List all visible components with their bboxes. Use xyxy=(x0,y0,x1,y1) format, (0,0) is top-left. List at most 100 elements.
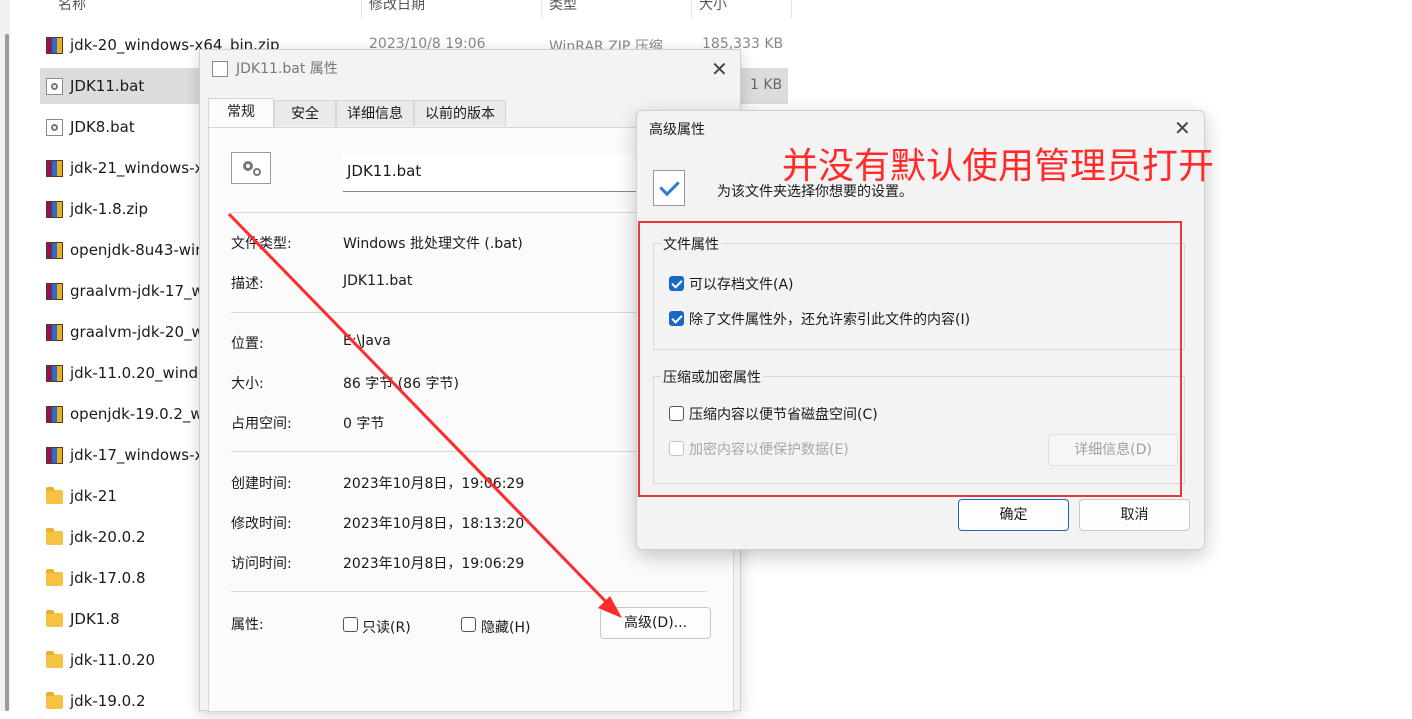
column-header-date[interactable]: 修改日期 xyxy=(369,0,539,18)
readonly-checkbox[interactable] xyxy=(343,617,358,632)
file-row[interactable]: jdk-11.0.20 xyxy=(40,642,200,678)
checkmark-icon xyxy=(653,170,685,206)
compress-checkbox[interactable] xyxy=(669,406,684,421)
zip-icon xyxy=(46,201,63,218)
description-label: 描述: xyxy=(231,276,264,292)
column-divider[interactable] xyxy=(361,0,362,18)
modified-value: 2023年10月8日，18:13:20 xyxy=(343,516,525,532)
file-row[interactable]: openjdk-8u43-wir xyxy=(40,232,201,268)
folder-icon xyxy=(46,610,63,627)
folder-icon xyxy=(46,528,63,545)
file-name: jdk-21_windows-x xyxy=(70,159,204,177)
filename-input[interactable]: JDK11.bat xyxy=(343,154,643,192)
size-on-disk-label: 占用空间: xyxy=(231,416,292,432)
file-name: jdk-20.0.2 xyxy=(70,528,146,546)
file-row[interactable]: graalvm-jdk-17_w xyxy=(40,273,204,309)
file-row[interactable]: openjdk-19.0.2_w xyxy=(40,396,203,432)
hidden-checkbox[interactable] xyxy=(461,617,476,632)
bat-icon xyxy=(46,78,63,95)
file-row[interactable]: jdk-21 xyxy=(40,478,200,514)
file-name: jdk-17.0.8 xyxy=(70,569,146,587)
zip-icon xyxy=(46,160,63,177)
size-value: 86 字节 (86 字节) xyxy=(343,376,459,392)
encrypt-checkbox[interactable] xyxy=(669,441,684,456)
size-on-disk-value: 0 字节 xyxy=(343,416,385,432)
group-title: 压缩或加密属性 xyxy=(661,367,763,387)
bat-icon xyxy=(46,119,63,136)
column-header-size[interactable]: 大小 xyxy=(699,0,789,18)
file-name: jdk-19.0.2 xyxy=(70,692,146,710)
compress-label: 压缩内容以便节省磁盘空间(C) xyxy=(689,407,878,423)
accessed-value: 2023年10月8日，19:06:29 xyxy=(343,556,525,572)
file-name: jdk-11.0.20 xyxy=(70,651,156,669)
file-row[interactable]: jdk-1.8.zip xyxy=(40,191,200,227)
file-row[interactable]: jdk-17_windows-x xyxy=(40,437,204,473)
file-row[interactable]: jdk-20_windows-x64_bin.zip xyxy=(40,27,280,63)
file-attributes-group xyxy=(653,243,1185,350)
dialog-title: JDK11.bat 属性 xyxy=(236,61,338,77)
file-row[interactable]: jdk-21_windows-x xyxy=(40,150,204,186)
size-label: 大小: xyxy=(231,376,264,392)
file-size: 1 KB xyxy=(750,77,783,93)
hidden-label: 隐藏(H) xyxy=(481,620,531,636)
folder-icon xyxy=(46,487,63,504)
bat-file-large-icon xyxy=(231,152,271,184)
file-name: jdk-17_windows-x xyxy=(70,446,204,464)
advanced-button[interactable]: 高级(D)... xyxy=(600,607,711,639)
attributes-label: 属性: xyxy=(231,617,264,633)
zip-icon xyxy=(46,365,63,382)
column-header-name[interactable]: 名称 xyxy=(58,0,358,18)
archive-checkbox[interactable] xyxy=(669,276,684,291)
ok-button[interactable]: 确定 xyxy=(958,499,1069,531)
tab-general[interactable]: 常规 xyxy=(208,98,274,127)
file-row[interactable]: graalvm-jdk-20_w xyxy=(40,314,204,350)
cancel-button[interactable]: 取消 xyxy=(1079,499,1190,531)
modified-label: 修改时间: xyxy=(231,516,292,532)
close-icon[interactable]: ✕ xyxy=(1174,118,1191,138)
archive-label: 可以存档文件(A) xyxy=(689,277,794,293)
column-divider[interactable] xyxy=(691,0,692,18)
bat-file-icon xyxy=(212,61,228,77)
file-name: jdk-21 xyxy=(70,487,117,505)
zip-icon xyxy=(46,447,63,464)
file-row[interactable]: jdk-19.0.2 xyxy=(40,683,200,719)
file-type-label: 文件类型: xyxy=(231,236,292,252)
annotation-text: 并没有默认使用管理员打开 xyxy=(782,146,1215,187)
file-row[interactable]: JDK1.8 xyxy=(40,601,200,637)
tab-previous-versions[interactable]: 以前的版本 xyxy=(414,100,506,126)
file-name: jdk-1.8.zip xyxy=(70,200,148,218)
file-row[interactable]: jdk-20.0.2 xyxy=(40,519,200,555)
details-button[interactable]: 详细信息(D) xyxy=(1048,434,1178,466)
location-label: 位置: xyxy=(231,336,264,352)
file-row[interactable]: JDK8.bat xyxy=(40,109,200,145)
column-divider[interactable] xyxy=(791,0,792,18)
folder-icon xyxy=(46,692,63,709)
folder-icon xyxy=(46,651,63,668)
location-value: E:\Java xyxy=(343,333,391,349)
column-divider[interactable] xyxy=(541,0,542,18)
vertical-scrollbar[interactable] xyxy=(5,34,9,711)
zip-icon xyxy=(46,37,63,54)
tab-details[interactable]: 详细信息 xyxy=(336,100,414,126)
file-row[interactable]: jdk-17.0.8 xyxy=(40,560,200,596)
file-name: graalvm-jdk-20_w xyxy=(70,323,204,341)
index-checkbox[interactable] xyxy=(669,311,684,326)
description-value: JDK11.bat xyxy=(343,273,413,289)
column-header-type[interactable]: 类型 xyxy=(549,0,689,18)
encrypt-label: 加密内容以便保护数据(E) xyxy=(689,442,849,458)
created-value: 2023年10月8日，19:06:29 xyxy=(343,476,525,492)
file-name: openjdk-19.0.2_w xyxy=(70,405,203,423)
group-title: 文件属性 xyxy=(661,234,721,254)
close-icon[interactable]: ✕ xyxy=(711,59,728,79)
readonly-label: 只读(R) xyxy=(362,620,411,636)
file-row[interactable]: jdk-11.0.20_windo xyxy=(40,355,207,391)
zip-icon xyxy=(46,283,63,300)
index-label: 除了文件属性外，还允许索引此文件的内容(I) xyxy=(689,312,971,328)
file-name: jdk-11.0.20_windo xyxy=(70,364,208,382)
created-label: 创建时间: xyxy=(231,476,292,492)
zip-icon xyxy=(46,324,63,341)
file-name: JDK11.bat xyxy=(70,77,145,95)
file-name: graalvm-jdk-17_w xyxy=(70,282,204,300)
tab-security[interactable]: 安全 xyxy=(274,100,336,126)
dialog-title: 高级属性 xyxy=(649,122,705,138)
